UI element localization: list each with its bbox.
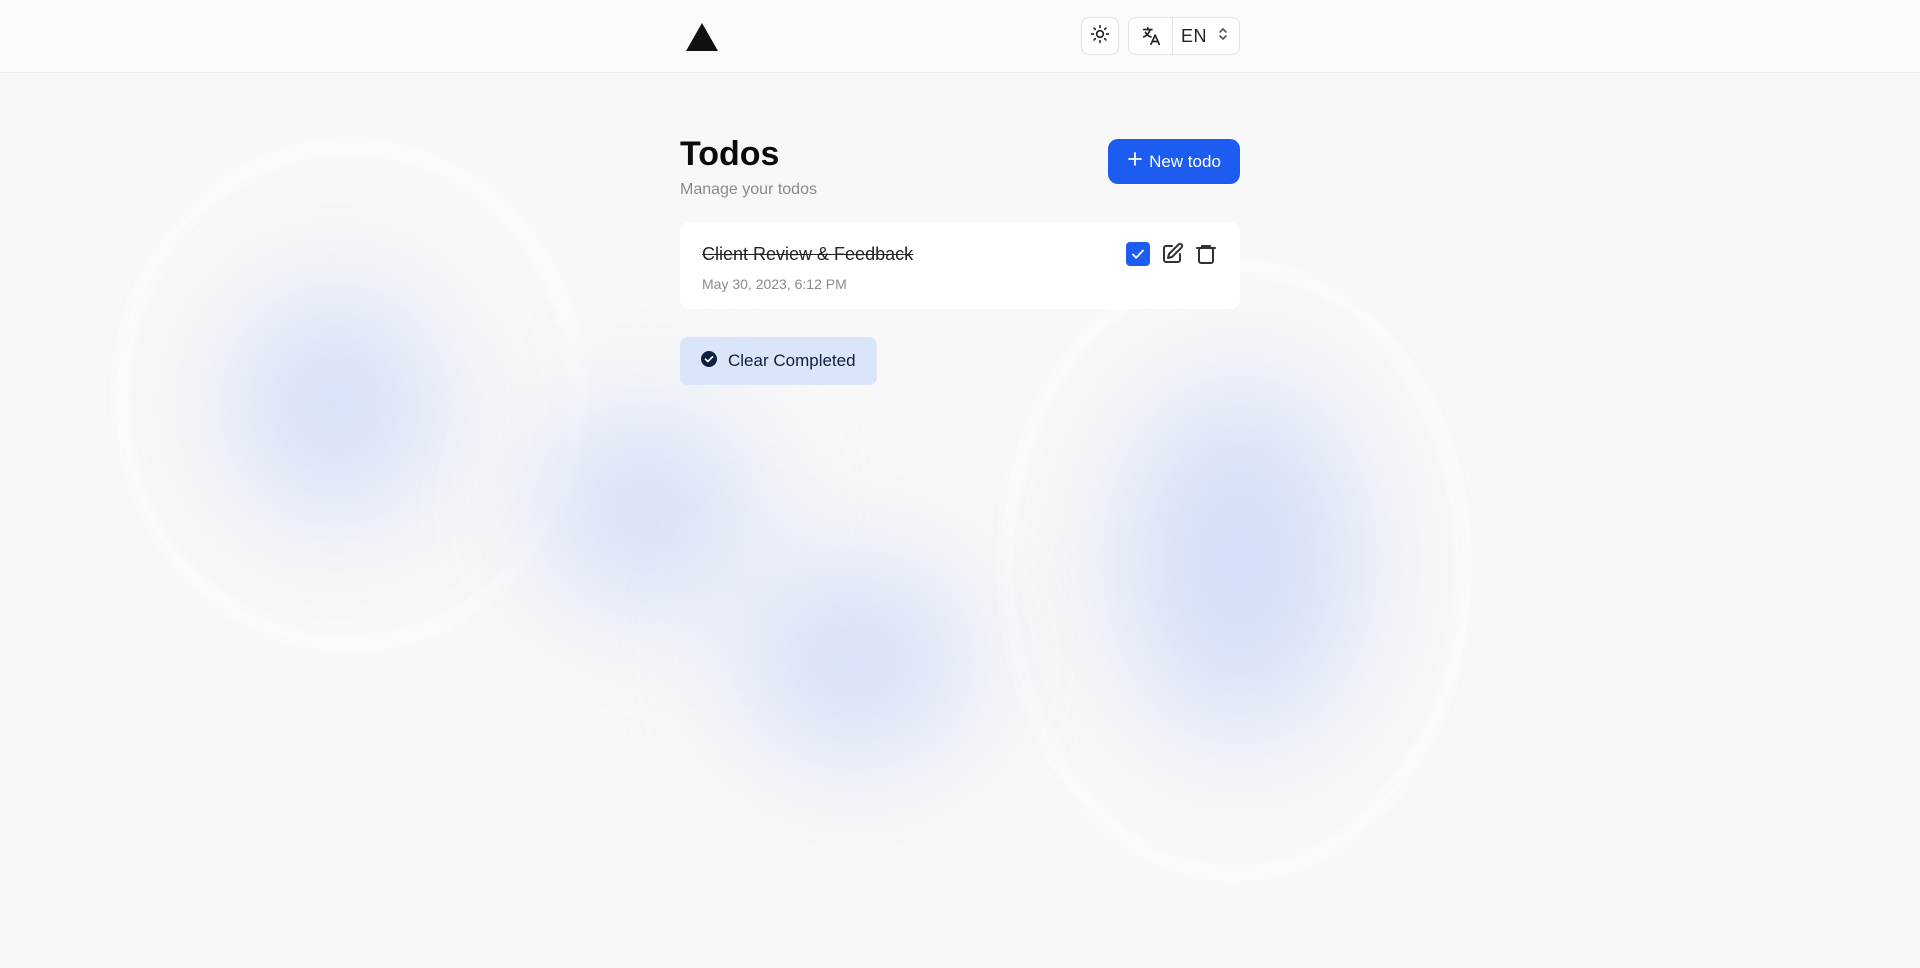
- sun-icon: [1090, 24, 1110, 49]
- new-todo-button[interactable]: New todo: [1108, 139, 1240, 184]
- todo-item: Client Review & Feedback May 30, 2023, 6…: [680, 222, 1240, 309]
- trash-icon[interactable]: [1194, 242, 1218, 266]
- theme-toggle-button[interactable]: [1081, 17, 1119, 55]
- language-code: EN: [1181, 25, 1208, 46]
- new-todo-label: New todo: [1149, 151, 1221, 171]
- todo-complete-checkbox[interactable]: [1126, 242, 1150, 266]
- language-selector: EN: [1128, 17, 1240, 55]
- todo-title: Client Review & Feedback: [702, 244, 914, 264]
- check-circle-icon: [700, 350, 718, 373]
- plus-icon: [1127, 151, 1143, 172]
- clear-completed-button[interactable]: Clear Completed: [680, 337, 877, 385]
- translate-icon: [1129, 18, 1173, 54]
- triangle-logo-icon[interactable]: [686, 23, 718, 51]
- todo-date: May 30, 2023, 6:12 PM: [702, 276, 847, 292]
- language-dropdown[interactable]: EN: [1173, 26, 1239, 47]
- todo-actions: [1126, 242, 1218, 266]
- chevron-up-down-icon: [1217, 26, 1229, 47]
- clear-completed-label: Clear Completed: [728, 351, 856, 370]
- edit-icon[interactable]: [1160, 242, 1184, 266]
- main-content: Todos Manage your todos New todo Client …: [680, 137, 1240, 385]
- top-bar: EN: [0, 0, 1920, 73]
